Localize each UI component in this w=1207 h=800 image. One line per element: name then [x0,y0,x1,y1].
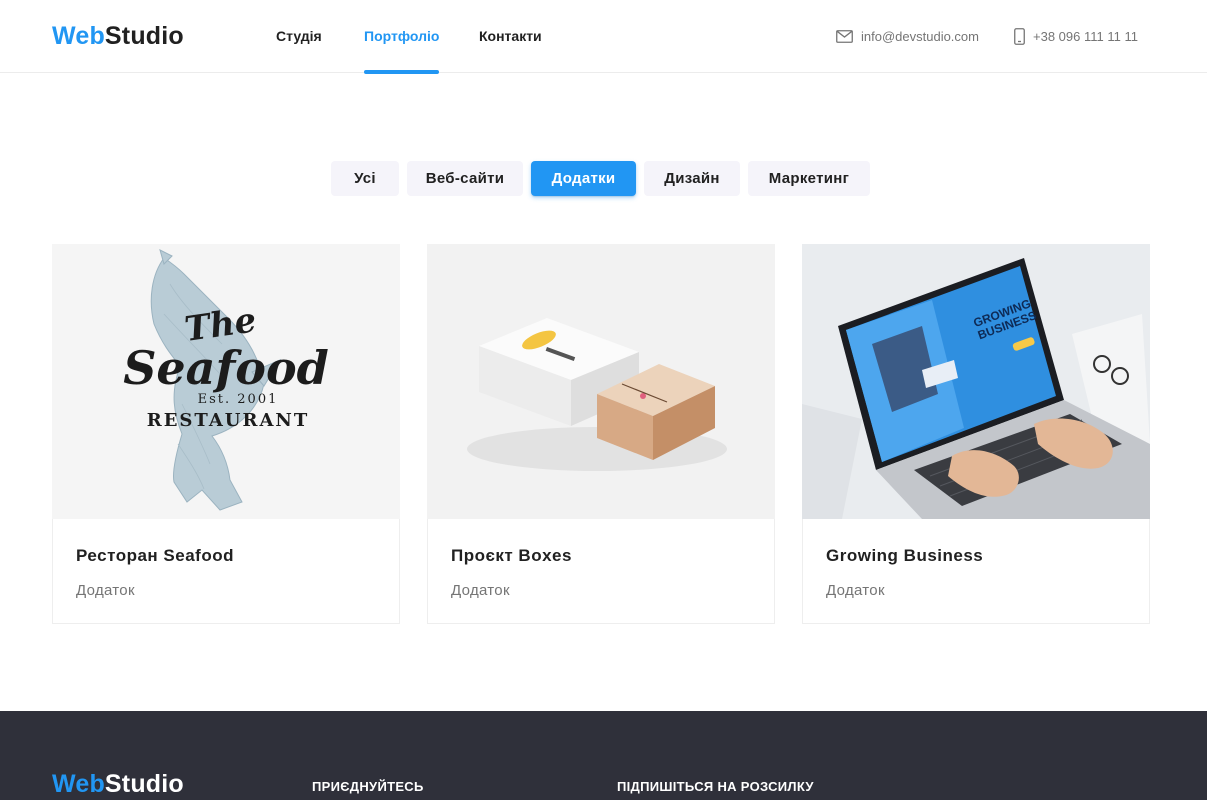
card-image-laptop: GROWING BUSINESS [802,244,1150,519]
portfolio-filters: Усі Веб-сайти Додатки Дизайн Маркетинг [0,161,1207,197]
card-title: Growing Business [826,546,984,565]
seafood-logo-image: The Seafood Est. 2001 RESTAURANT [52,244,400,519]
seafood-logo-est: Est. 2001 [198,392,279,407]
card-image-seafood: The Seafood Est. 2001 RESTAURANT [52,244,400,519]
portfolio-card[interactable]: The Seafood Est. 2001 RESTAURANT Рестора… [52,244,400,624]
filter-all[interactable]: Усі [331,161,399,196]
site-header: WebStudio Студія Портфоліо Контакти info… [0,0,1207,74]
card-category: Додаток [76,582,135,599]
phone-link[interactable]: +38 096 111 11 11 [1014,26,1138,46]
phone-icon [1014,27,1025,45]
nav-link-contacts[interactable]: Контакти [479,0,542,73]
nav-link-portfolio[interactable]: Портфоліо [364,0,440,74]
boxes-mockup-image [427,244,775,519]
email-link[interactable]: info@devstudio.com [836,26,979,46]
footer-logo-part-studio: Studio [104,770,184,798]
site-footer: WebStudio ПРИЄДНУЙТЕСЬ ПІДПИШІТЬСЯ НА РО… [0,711,1207,800]
logo-part-web: Web [52,22,105,50]
laptop-photo-image: GROWING BUSINESS [802,244,1150,519]
filter-marketing[interactable]: Маркетинг [748,161,870,196]
portfolio-card[interactable]: Проєкт Boxes Додаток [427,244,775,624]
email-text: info@devstudio.com [861,28,979,44]
logo[interactable]: WebStudio [52,21,184,51]
filter-apps[interactable]: Додатки [531,161,636,196]
card-category: Додаток [451,582,510,599]
portfolio-card[interactable]: GROWING BUSINESS Growing Business Додато… [802,244,1150,624]
seafood-logo-restaurant: RESTAURANT [147,410,310,431]
card-image-boxes [427,244,775,519]
filter-design[interactable]: Дизайн [644,161,740,196]
nav-link-studio[interactable]: Студія [276,0,322,73]
footer-logo[interactable]: WebStudio [52,769,184,799]
card-title: Ресторан Seafood [76,546,234,565]
footer-join-title: ПРИЄДНУЙТЕСЬ [312,779,424,794]
mail-icon [836,29,853,43]
logo-part-studio: Studio [104,22,184,50]
card-category: Додаток [826,582,885,599]
seafood-logo-word: Seafood [123,341,329,395]
footer-logo-part-web: Web [52,770,105,798]
card-title: Проєкт Boxes [451,546,572,565]
footer-subscribe-title: ПІДПИШІТЬСЯ НА РОЗСИЛКУ [617,779,814,794]
filter-websites[interactable]: Веб-сайти [407,161,523,196]
phone-text: +38 096 111 11 11 [1033,28,1138,44]
